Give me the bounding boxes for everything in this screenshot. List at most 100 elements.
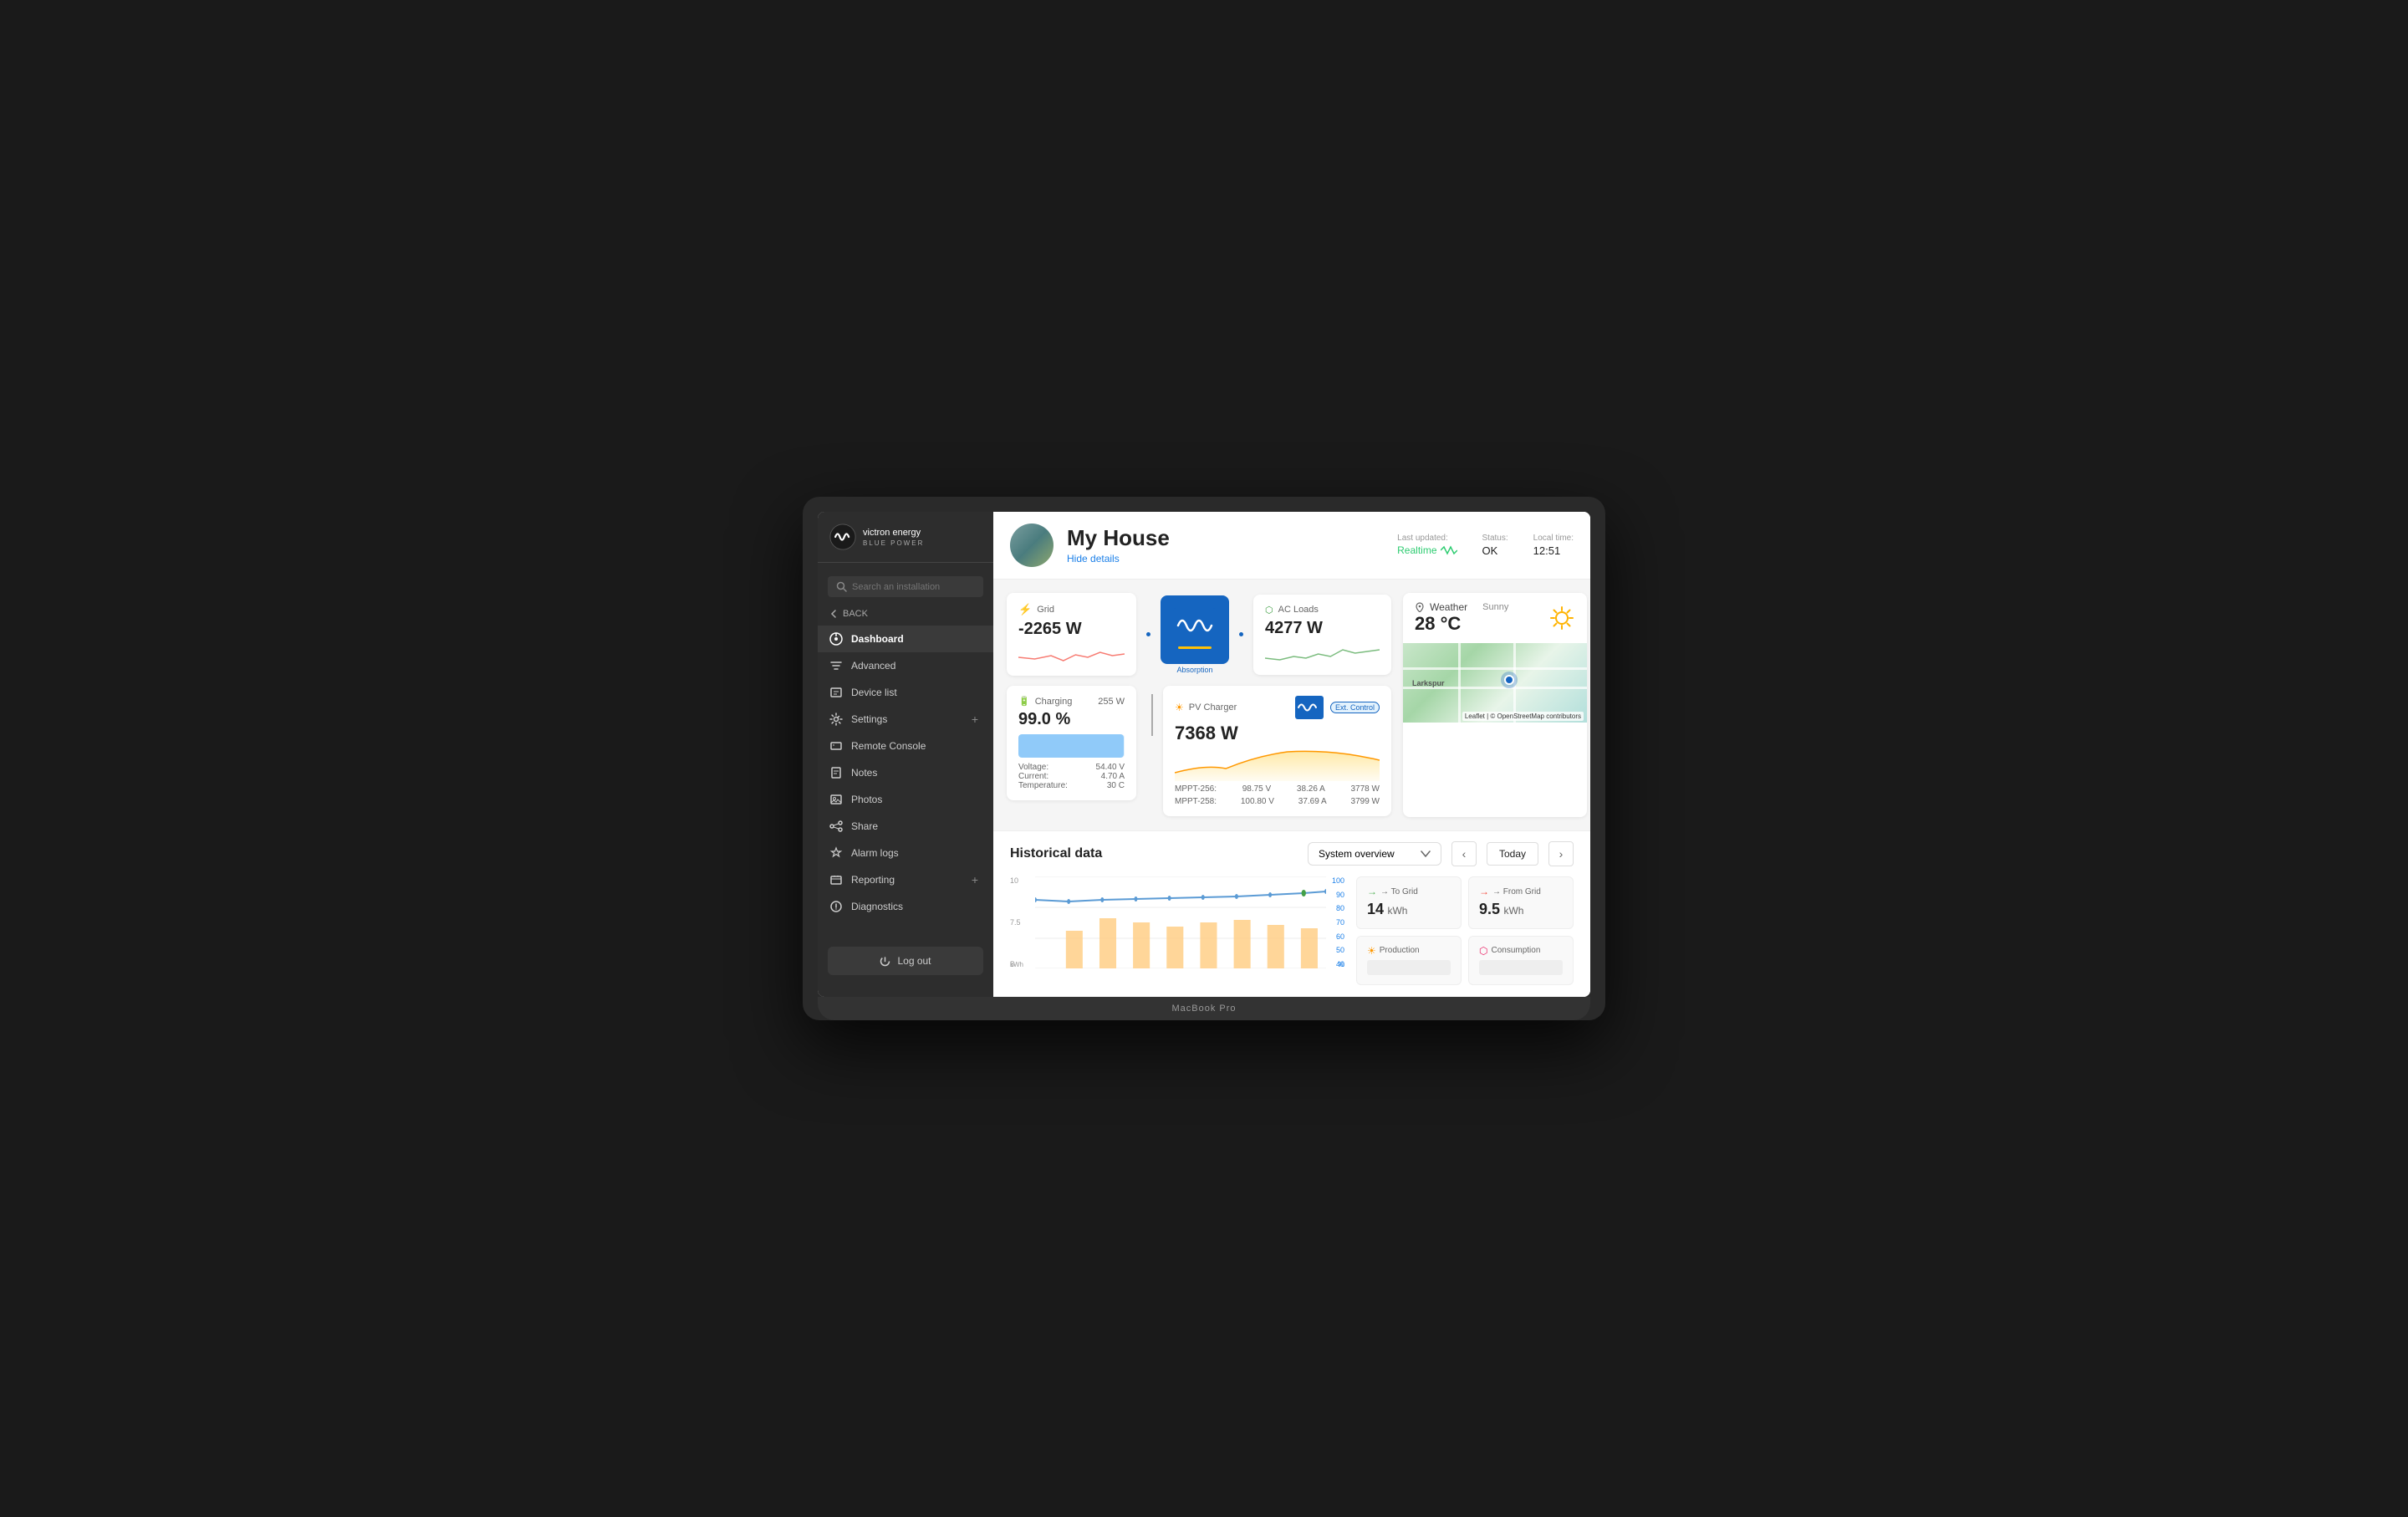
from-grid-card: → → From Grid 9.5 kWh xyxy=(1468,876,1574,929)
main-content: My House Hide details Last updated: Real… xyxy=(993,512,1590,997)
today-button[interactable]: Today xyxy=(1487,842,1538,866)
to-grid-icon: → xyxy=(1367,886,1377,897)
absorption-label: Absorption xyxy=(1176,666,1212,674)
share-icon xyxy=(829,820,843,833)
sidebar-item-remote-console[interactable]: Remote Console xyxy=(818,733,993,759)
inverter-logo-icon xyxy=(1173,608,1217,643)
search-installation-box[interactable] xyxy=(828,576,983,597)
pv-label: PV Charger xyxy=(1189,702,1237,713)
charging-details: Voltage: 54.40 V Current: 4.70 A Tempera… xyxy=(1018,763,1125,790)
sidebar-item-alarm-logs[interactable]: Alarm logs xyxy=(818,840,993,866)
reporting-plus-icon[interactable]: + xyxy=(968,873,982,886)
back-button[interactable]: BACK xyxy=(818,605,993,626)
grid-card: ⚡ Grid -2265 W xyxy=(1007,593,1136,676)
power-icon xyxy=(880,956,890,967)
map-area: Larkspur Leaflet | © OpenStreetMap contr… xyxy=(1403,643,1587,723)
charging-card: 🔋 Charging 255 W 99.0 % Voltage: xyxy=(1007,686,1136,800)
logout-button[interactable]: Log out xyxy=(828,947,983,975)
production-card: ☀ Production xyxy=(1356,936,1462,986)
sidebar-item-notes[interactable]: Notes xyxy=(818,759,993,786)
ac-loads-label: AC Loads xyxy=(1278,605,1319,615)
notes-icon xyxy=(829,766,843,779)
second-inverter-icon xyxy=(1295,696,1324,719)
consumption-card: ⬡ Consumption xyxy=(1468,936,1574,986)
sidebar-item-settings[interactable]: Settings + xyxy=(818,706,993,733)
historical-section: Historical data System overview ‹ Today … xyxy=(993,830,1590,997)
chart-svg xyxy=(1035,876,1326,968)
grid-label: Grid xyxy=(1037,605,1054,615)
from-grid-icon: → xyxy=(1479,886,1489,897)
central-inverter xyxy=(1161,595,1229,664)
charging-watts: 255 W xyxy=(1098,697,1125,707)
local-time-label: Local time: xyxy=(1533,534,1574,543)
weather-condition: Sunny xyxy=(1482,602,1508,612)
energy-flow-row: ⚡ Grid -2265 W xyxy=(1007,593,1391,676)
sidebar-item-share[interactable]: Share xyxy=(818,813,993,840)
remote-console-icon xyxy=(829,739,843,753)
alarm-logs-icon xyxy=(829,846,843,860)
charging-progress-bar xyxy=(1018,734,1125,758)
weather-card: Weather Sunny 28 °C xyxy=(1403,593,1587,817)
installation-title: My House xyxy=(1067,525,1384,551)
realtime-wave-icon xyxy=(1441,545,1457,555)
grid-icon: ⚡ xyxy=(1018,603,1032,616)
settings-icon xyxy=(829,713,843,726)
next-period-button[interactable]: › xyxy=(1548,841,1574,866)
sidebar-item-reporting[interactable]: Reporting + xyxy=(818,866,993,893)
to-grid-card: → → To Grid 14 kWh xyxy=(1356,876,1462,929)
sun-icon xyxy=(1548,605,1575,631)
diagnostics-icon xyxy=(829,900,843,913)
pv-charger-card: ☀ PV Charger xyxy=(1163,686,1391,816)
map-credit: Leaflet | © OpenStreetMap contributors xyxy=(1462,712,1584,721)
logo-sub: BLUE POWER xyxy=(863,539,924,547)
charging-percent: 99.0 % xyxy=(1018,710,1125,729)
weather-temperature: 28 °C xyxy=(1415,613,1508,635)
ac-loads-card: ⬡ AC Loads 4277 W xyxy=(1253,595,1391,675)
mppt-256-row: MPPT-256: 98.75 V 38.26 A 3778 W xyxy=(1175,784,1380,794)
sidebar-item-photos[interactable]: Photos xyxy=(818,786,993,813)
laptop-model-label: MacBook Pro xyxy=(818,997,1590,1020)
advanced-icon xyxy=(829,659,843,672)
historical-body: 10 7.5 5 kWh 100 90 80 70 60 50 40 xyxy=(993,876,1590,997)
to-grid-unit: kWh xyxy=(1387,905,1407,917)
map-pin xyxy=(1504,675,1514,685)
sidebar-item-dashboard[interactable]: Dashboard xyxy=(818,626,993,652)
search-input[interactable] xyxy=(852,582,975,592)
ac-loads-icon: ⬡ xyxy=(1265,605,1273,615)
charging-row: 🔋 Charging 255 W 99.0 % Voltage: xyxy=(1007,686,1391,816)
grid-value: -2265 W xyxy=(1018,620,1125,639)
installation-avatar xyxy=(1010,524,1054,567)
sidebar: victron energy BLUE POWER BACK xyxy=(818,512,993,997)
last-updated-label: Last updated: xyxy=(1397,534,1457,543)
grid-mini-chart xyxy=(1018,642,1125,666)
system-overview-select[interactable]: System overview xyxy=(1308,842,1441,866)
chart-y-right-axis: 100 90 80 70 60 50 40 % xyxy=(1326,876,1344,968)
status-value: OK xyxy=(1482,544,1508,557)
logo-text: victron energy xyxy=(863,527,924,539)
back-arrow-icon xyxy=(829,610,838,618)
vertical-connector xyxy=(1151,694,1153,736)
mppt-258-row: MPPT-258: 100.80 V 37.69 A 3799 W xyxy=(1175,797,1380,806)
location-icon xyxy=(1415,602,1425,612)
from-grid-value: 9.5 xyxy=(1479,901,1500,917)
grid-to-inverter-connector xyxy=(1146,634,1150,636)
stats-cards: → → To Grid 14 kWh → → From Grid xyxy=(1356,876,1574,985)
hide-details-link[interactable]: Hide details xyxy=(1067,553,1120,564)
reporting-icon xyxy=(829,873,843,886)
sidebar-item-advanced[interactable]: Advanced xyxy=(818,652,993,679)
header-meta: Last updated: Realtime Status: OK xyxy=(1397,534,1574,557)
pv-icon: ☀ xyxy=(1175,702,1184,713)
weather-label: Weather xyxy=(1430,601,1467,613)
chart-y-axis: 10 7.5 5 kWh xyxy=(1010,876,1035,968)
sidebar-item-diagnostics[interactable]: Diagnostics xyxy=(818,893,993,920)
from-grid-unit: kWh xyxy=(1503,905,1523,917)
ac-loads-mini-chart xyxy=(1265,641,1380,665)
settings-plus-icon[interactable]: + xyxy=(968,713,982,726)
prev-period-button[interactable]: ‹ xyxy=(1451,841,1477,866)
charging-icon: 🔋 xyxy=(1018,696,1030,707)
inverter-block: Absorption xyxy=(1161,595,1229,674)
victron-logo-icon xyxy=(829,524,856,550)
device-list-icon xyxy=(829,686,843,699)
realtime-indicator: Realtime xyxy=(1397,544,1457,556)
sidebar-item-device-list[interactable]: Device list xyxy=(818,679,993,706)
